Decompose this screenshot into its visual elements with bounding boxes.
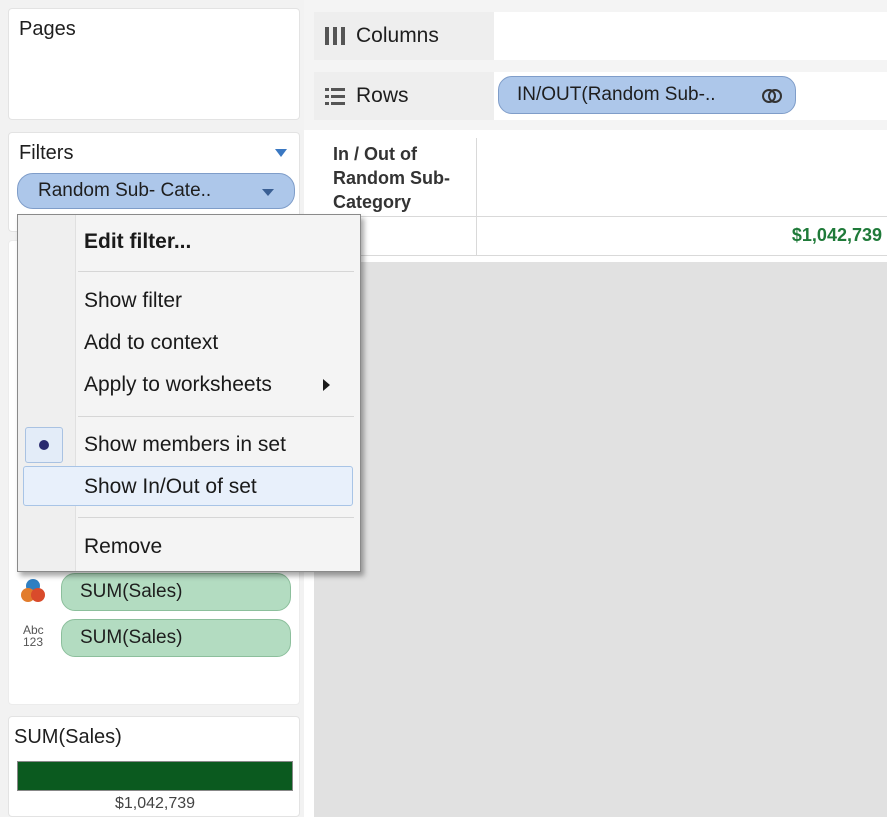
rows-pill-label: IN/OUT(Random Sub-.. bbox=[517, 84, 716, 105]
color-pill-label: SUM(Sales) bbox=[80, 581, 183, 602]
label-pill-sum-sales[interactable]: SUM(Sales) bbox=[61, 619, 291, 657]
legend-color-bar bbox=[17, 761, 293, 791]
menu-item-show-filter[interactable]: Show filter bbox=[84, 289, 182, 313]
pages-title: Pages bbox=[19, 18, 76, 40]
view-empty-canvas bbox=[314, 262, 887, 817]
color-pill-sum-sales[interactable]: SUM(Sales) bbox=[61, 573, 291, 611]
menu-item-add-to-context[interactable]: Add to context bbox=[84, 331, 218, 355]
label-pill-label: SUM(Sales) bbox=[80, 627, 183, 648]
columns-shelf-drop-area[interactable] bbox=[494, 12, 887, 60]
menu-item-remove[interactable]: Remove bbox=[84, 535, 162, 559]
set-icon bbox=[762, 89, 782, 103]
rows-icon bbox=[325, 88, 345, 105]
text-icon-123: 123 bbox=[23, 635, 44, 649]
filter-context-menu: Edit filter... Show filter Add to contex… bbox=[17, 214, 361, 572]
table-horizontal-divider bbox=[314, 216, 887, 217]
pages-panel: Pages bbox=[8, 8, 300, 120]
chevron-down-icon bbox=[262, 189, 274, 196]
rows-label: Rows bbox=[356, 84, 409, 107]
color-icon bbox=[21, 579, 45, 602]
menu-item-show-members-in-set[interactable]: Show members in set bbox=[84, 433, 286, 457]
columns-label: Columns bbox=[356, 24, 439, 47]
radio-dot-icon bbox=[39, 440, 49, 450]
columns-icon bbox=[325, 27, 345, 45]
legend-title: SUM(Sales) bbox=[14, 726, 122, 748]
filter-pill-label: Random Sub- Cate.. bbox=[38, 180, 212, 201]
menu-item-apply-to-worksheets[interactable]: Apply to worksheets bbox=[84, 373, 272, 397]
menu-item-show-in-out-of-set[interactable]: Show In/Out of set bbox=[84, 475, 257, 499]
menu-icon-gutter bbox=[18, 215, 76, 571]
columns-shelf-header: Columns bbox=[314, 12, 494, 60]
table-cell-value[interactable]: $1,042,739 bbox=[700, 225, 882, 246]
menu-separator bbox=[78, 517, 354, 518]
menu-item-edit-filter[interactable]: Edit filter... bbox=[84, 230, 191, 254]
filters-title: Filters bbox=[19, 142, 74, 164]
rows-pill-in-out-random-sub-category[interactable]: IN/OUT(Random Sub-.. bbox=[498, 76, 796, 114]
row-header-divider bbox=[476, 138, 477, 256]
filters-dropdown-icon[interactable] bbox=[275, 149, 287, 157]
rows-shelf-header: Rows bbox=[314, 72, 494, 120]
menu-separator bbox=[78, 416, 354, 417]
legend-panel: SUM(Sales) $1,042,739 bbox=[8, 716, 300, 817]
menu-separator bbox=[78, 271, 354, 272]
text-icon: Abc 123 bbox=[23, 624, 53, 648]
legend-value: $1,042,739 bbox=[114, 795, 196, 812]
table-bottom-divider bbox=[314, 255, 887, 256]
filter-pill-random-sub-category[interactable]: Random Sub- Cate.. bbox=[17, 173, 295, 209]
submenu-arrow-icon bbox=[323, 379, 330, 391]
row-header-title: In / Out of Random Sub- Category bbox=[333, 144, 450, 212]
